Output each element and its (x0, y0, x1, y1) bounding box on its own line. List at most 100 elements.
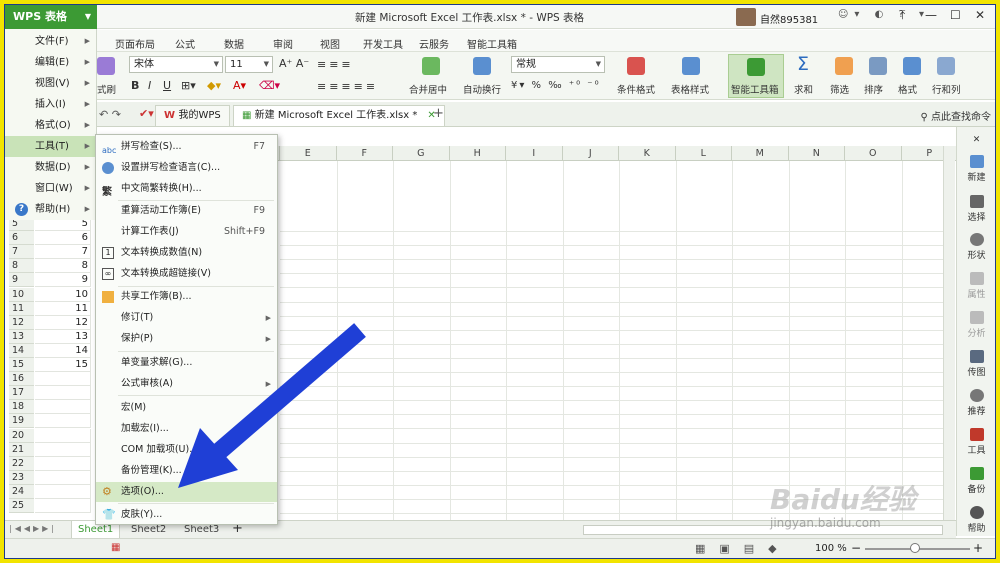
align-vertical-icons[interactable]: ≡≡≡ (317, 58, 354, 71)
view-mode-icons[interactable]: ▦▣▤◆ (695, 542, 791, 555)
font-size-select[interactable]: 11 ▼ (225, 56, 273, 73)
menu-protect[interactable]: 保护(P) ▶ (96, 329, 277, 349)
font-grow-icon[interactable]: A⁺ A⁻ (279, 57, 309, 70)
number-format-select[interactable]: 常规 ▼ (511, 56, 605, 73)
border-icon[interactable]: ⊞▾ (181, 79, 196, 92)
merge-center-icon[interactable] (422, 57, 440, 75)
cell[interactable] (35, 386, 91, 401)
restore-ribbon-icon[interactable]: ⤒ (900, 8, 905, 23)
cell[interactable]: 12 (35, 315, 91, 330)
pane-tools[interactable]: 工具 (957, 428, 996, 456)
menu-spell-check[interactable]: abc 拼写检查(S)... F7 (96, 137, 277, 157)
row-header[interactable]: 7 (9, 245, 34, 260)
row-header[interactable]: 14 (9, 343, 34, 358)
menu-tools[interactable]: 工具(T) ▶ (5, 136, 96, 157)
filter-icon[interactable] (835, 57, 853, 75)
cell[interactable]: 6 (35, 231, 91, 246)
column-header[interactable]: J (562, 146, 619, 161)
new-tab-icon[interactable]: + (433, 106, 444, 121)
menu-window[interactable]: 窗口(W) ▶ (5, 178, 96, 199)
column-header[interactable]: E (280, 146, 337, 161)
cell[interactable]: 8 (35, 259, 91, 274)
underline-icon[interactable]: U (163, 79, 171, 92)
cell[interactable]: 11 (35, 301, 91, 316)
merge-center-label[interactable]: 合并居中 (409, 82, 447, 96)
column-header[interactable]: G (393, 146, 450, 161)
cell[interactable]: 7 (35, 245, 91, 260)
number-format-icons[interactable]: ¥▾ % ‰ ⁺⁰ ⁻⁰ (511, 80, 601, 91)
auto-wrap-icon[interactable] (473, 57, 491, 75)
conditional-format-icon[interactable] (627, 57, 645, 75)
zoom-out-icon[interactable]: − (851, 541, 861, 555)
auto-wrap-label[interactable]: 自动换行 (463, 82, 501, 96)
pane-properties[interactable]: 属性 (957, 272, 996, 300)
row-header[interactable]: 8 (9, 259, 34, 274)
cell[interactable] (35, 484, 91, 499)
pin-icon[interactable]: ✔▾ (139, 107, 154, 120)
menu-skin[interactable]: 👕 皮肤(Y)... (96, 505, 277, 525)
cell[interactable]: 14 (35, 343, 91, 358)
cell[interactable] (35, 470, 91, 485)
tab-view[interactable]: 视图 (320, 36, 340, 51)
row-header[interactable]: 19 (9, 414, 34, 429)
tab-cloud[interactable]: 云服务 (419, 36, 449, 51)
menu-text-to-link[interactable]: ∞ 文本转换成超链接(V) (96, 264, 277, 284)
menu-chinese-convert[interactable]: 繁中文简繁转换(H)... (96, 179, 277, 199)
column-header[interactable]: L (675, 146, 732, 161)
table-style-label[interactable]: 表格样式 (671, 82, 709, 96)
font-color-icon[interactable]: A▾ (233, 79, 246, 92)
horizontal-scrollbar[interactable] (583, 525, 943, 535)
cell[interactable] (35, 428, 91, 443)
tab-developer[interactable]: 开发工具 (363, 36, 403, 51)
menu-com-addins[interactable]: COM 加载项(U)... (96, 440, 277, 460)
cell[interactable]: 9 (35, 273, 91, 288)
cell[interactable] (35, 414, 91, 429)
row-header[interactable]: 23 (9, 470, 34, 485)
row-header[interactable]: 12 (9, 315, 34, 330)
cell[interactable] (35, 499, 91, 513)
table-style-icon[interactable] (682, 57, 700, 75)
pane-upload-image[interactable]: 传图 (957, 350, 996, 378)
titlebar-icons[interactable]: ☺▾ ◐ ? ▾ (838, 9, 930, 20)
cell[interactable] (35, 456, 91, 471)
pane-close-icon[interactable]: ✕ (957, 135, 996, 145)
row-header[interactable]: 20 (9, 428, 34, 443)
tab-my-wps[interactable]: W 我的WPS (155, 105, 230, 126)
italic-icon[interactable]: I (148, 79, 151, 92)
sum-label[interactable]: 求和 (794, 82, 813, 96)
pane-help[interactable]: 帮助 (957, 506, 996, 534)
avatar[interactable] (736, 8, 756, 26)
format-brush-icon[interactable] (97, 57, 115, 75)
pane-select[interactable]: 选择 (957, 195, 996, 223)
format-icon[interactable] (903, 57, 921, 75)
row-header[interactable]: 25 (9, 499, 34, 513)
menu-backup[interactable]: 备份管理(K)... (96, 461, 277, 481)
menu-revision[interactable]: 修订(T) ▶ (96, 308, 277, 328)
menu-share-workbook[interactable]: 共享工作簿(B)... (96, 287, 277, 307)
pane-new[interactable]: 新建 (957, 155, 996, 183)
username[interactable]: 自然895381 (760, 11, 818, 26)
row-col-label[interactable]: 行和列 (932, 82, 961, 96)
conditional-format-label[interactable]: 条件格式 (617, 82, 655, 96)
close-icon[interactable]: ✕ (975, 8, 985, 22)
menu-edit[interactable]: 编辑(E) ▶ (5, 52, 96, 73)
row-header[interactable]: 9 (9, 273, 34, 288)
tab-review[interactable]: 审阅 (273, 36, 293, 51)
menu-formula-audit[interactable]: 公式审核(A) ▶ (96, 374, 277, 394)
tab-document[interactable]: ▦ 新建 Microsoft Excel 工作表.xlsx * ✕ (233, 105, 445, 126)
column-header[interactable]: N (788, 146, 845, 161)
font-name-select[interactable]: 宋体 ▼ (129, 56, 223, 73)
row-header[interactable]: 15 (9, 358, 34, 372)
sort-icon[interactable] (869, 57, 887, 75)
cell[interactable]: 10 (35, 287, 91, 302)
tab-smart-toolbox[interactable]: 智能工具箱 (467, 36, 517, 51)
pane-shape[interactable]: 形状 (957, 233, 996, 261)
vertical-scrollbar[interactable] (943, 146, 955, 520)
menu-data[interactable]: 数据(D) ▶ (5, 157, 96, 178)
cell[interactable] (35, 400, 91, 415)
pane-analysis[interactable]: 分析 (957, 311, 996, 339)
column-header[interactable]: M (732, 146, 789, 161)
menu-spell-language[interactable]: 设置拼写检查语言(C)... (96, 158, 277, 178)
row-header[interactable]: 6 (9, 231, 34, 246)
column-header[interactable]: H (449, 146, 506, 161)
